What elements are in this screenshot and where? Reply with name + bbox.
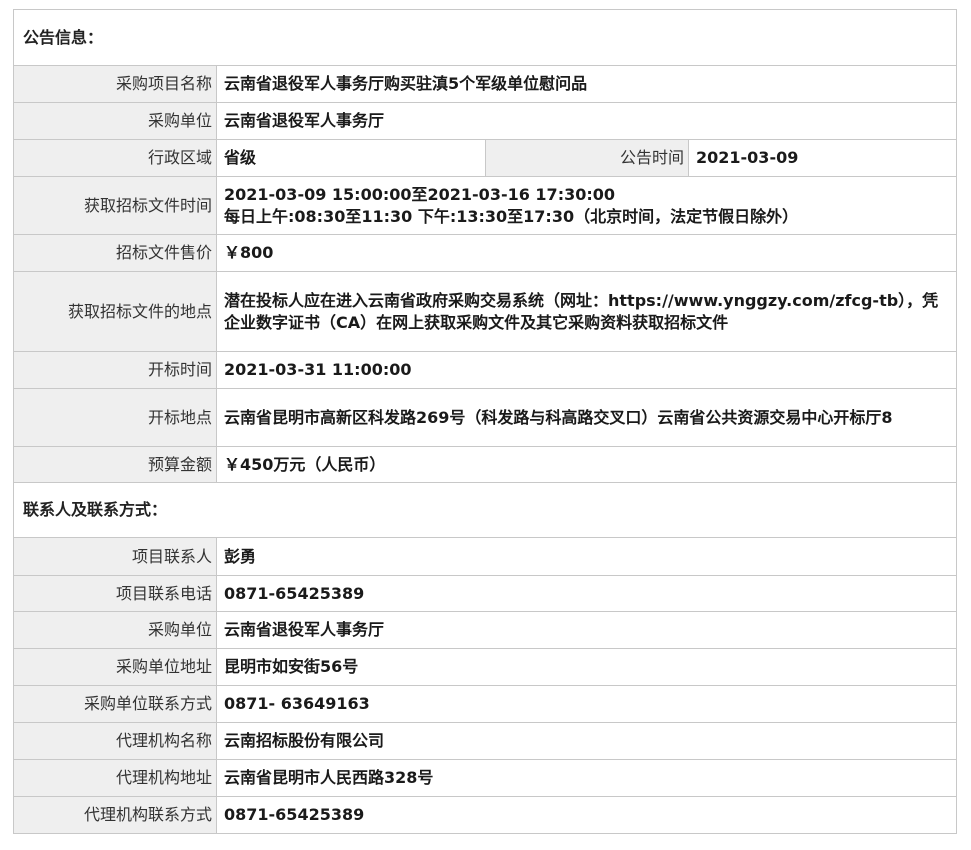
publish-time-label: 公告时间 [485, 139, 689, 177]
doc-time-range: 2021-03-09 15:00:00至2021-03-16 17:30:00 [224, 184, 616, 204]
table-row: 采购单位 云南省退役军人事务厅 [13, 102, 958, 140]
region-value: 省级 [216, 139, 486, 177]
table-row: 采购单位 云南省退役军人事务厅 [13, 611, 958, 649]
announcement-table: 公告信息： 采购项目名称 云南省退役军人事务厅购买驻滇5个军级单位慰问品 采购单… [12, 9, 958, 834]
purchaser-value: 云南省退役军人事务厅 [215, 102, 958, 140]
doc-price-value: ￥800 [215, 234, 958, 272]
contact-purchaser-label: 采购单位 [13, 611, 217, 649]
agency-phone-label: 代理机构联系方式 [13, 796, 217, 834]
project-phone-value: 0871-65425389 [215, 575, 958, 612]
project-name-label: 采购项目名称 [13, 65, 217, 103]
table-row: 开标时间 2021-03-31 11:00:00 [13, 351, 958, 389]
section-header-row: 联系人及联系方式： [12, 482, 958, 538]
region-label: 行政区域 [13, 139, 217, 177]
doc-time-label: 获取招标文件时间 [13, 176, 217, 235]
project-phone-label: 项目联系电话 [13, 575, 217, 612]
agency-address-label: 代理机构地址 [13, 759, 217, 797]
table-row: 项目联系电话 0871-65425389 [13, 575, 958, 612]
agency-name-label: 代理机构名称 [13, 722, 217, 760]
table-row: 采购单位地址 昆明市如安街56号 [13, 648, 958, 686]
doc-time-value: 2021-03-09 15:00:00至2021-03-16 17:30:00 … [215, 176, 958, 235]
table-row: 代理机构地址 云南省昆明市人民西路328号 [13, 759, 958, 797]
doc-time-hours: 每日上午:08:30至11:30 下午:13:30至17:30（北京时间，法定节… [224, 206, 799, 226]
table-row: 招标文件售价 ￥800 [13, 234, 958, 272]
agency-address-value: 云南省昆明市人民西路328号 [215, 759, 958, 797]
table-row: 行政区域 省级 公告时间 2021-03-09 [13, 139, 958, 177]
table-row: 预算金额 ￥450万元（人民币） [13, 446, 958, 483]
table-row: 开标地点 云南省昆明市高新区科发路269号（科发路与科高路交叉口）云南省公共资源… [13, 388, 958, 447]
budget-label: 预算金额 [13, 446, 217, 483]
section-header-row: 公告信息： [12, 9, 958, 66]
bid-open-time-label: 开标时间 [13, 351, 217, 389]
table-row: 代理机构联系方式 0871-65425389 [13, 796, 958, 834]
agency-name-value: 云南招标股份有限公司 [215, 722, 958, 760]
purchaser-address-value: 昆明市如安街56号 [215, 648, 958, 686]
purchaser-address-label: 采购单位地址 [13, 648, 217, 686]
announcement-page: 公告信息： 采购项目名称 云南省退役军人事务厅购买驻滇5个军级单位慰问品 采购单… [0, 0, 971, 850]
bid-open-location-value: 云南省昆明市高新区科发路269号（科发路与科高路交叉口）云南省公共资源交易中心开… [215, 388, 958, 447]
bid-open-time-value: 2021-03-31 11:00:00 [215, 351, 958, 389]
table-row: 获取招标文件的地点 潜在投标人应在进入云南省政府采购交易系统（网址：https:… [13, 271, 958, 352]
budget-value: ￥450万元（人民币） [215, 446, 958, 483]
agency-phone-value: 0871-65425389 [215, 796, 958, 834]
project-contact-label: 项目联系人 [13, 537, 217, 576]
doc-location-value: 潜在投标人应在进入云南省政府采购交易系统（网址：https://www.yngg… [215, 271, 958, 352]
purchaser-phone-value: 0871- 63649163 [215, 685, 958, 723]
table-row: 采购单位联系方式 0871- 63649163 [13, 685, 958, 723]
section-title-announcement: 公告信息： [12, 9, 958, 66]
doc-location-label: 获取招标文件的地点 [13, 271, 217, 352]
purchaser-label: 采购单位 [13, 102, 217, 140]
bid-open-location-label: 开标地点 [13, 388, 217, 447]
project-name-value: 云南省退役军人事务厅购买驻滇5个军级单位慰问品 [215, 65, 958, 103]
table-row: 采购项目名称 云南省退役军人事务厅购买驻滇5个军级单位慰问品 [13, 65, 958, 103]
table-row: 获取招标文件时间 2021-03-09 15:00:00至2021-03-16 … [13, 176, 958, 235]
project-contact-value: 彭勇 [215, 537, 958, 576]
doc-price-label: 招标文件售价 [13, 234, 217, 272]
table-row: 代理机构名称 云南招标股份有限公司 [13, 722, 958, 760]
contact-purchaser-value: 云南省退役军人事务厅 [215, 611, 958, 649]
section-title-contact: 联系人及联系方式： [12, 482, 958, 538]
purchaser-phone-label: 采购单位联系方式 [13, 685, 217, 723]
publish-time-value: 2021-03-09 [687, 139, 958, 177]
table-row: 项目联系人 彭勇 [13, 537, 958, 576]
